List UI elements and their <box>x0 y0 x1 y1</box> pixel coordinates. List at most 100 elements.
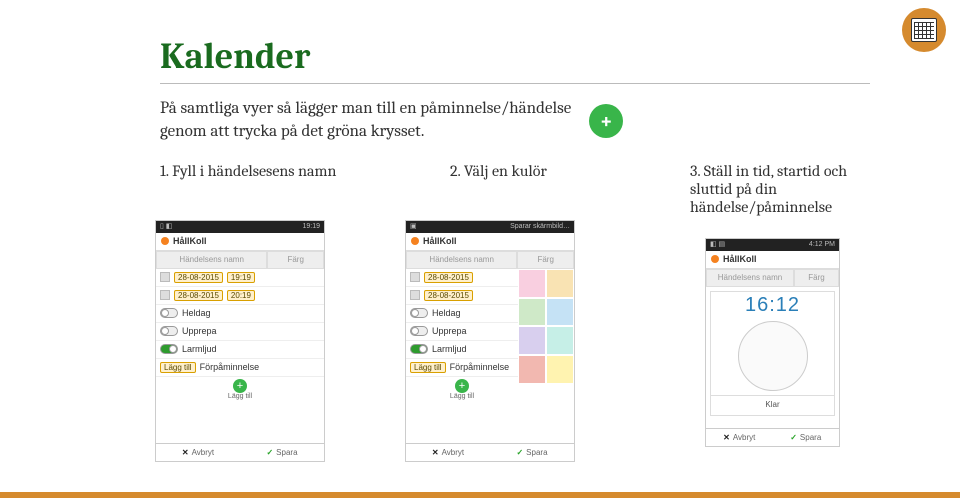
caption-3: 3. Ställ in tid, startid och sluttid på … <box>690 162 870 216</box>
bottom-bar: ✕Avbryt ✓Spara <box>406 443 574 461</box>
start-icon <box>410 272 420 282</box>
allday-toggle[interactable] <box>160 308 178 318</box>
prereminder-label: Förpåminnelse <box>200 362 260 372</box>
tab-event-name[interactable]: Händelsens namn <box>156 251 267 269</box>
end-row[interactable]: 28-08-2015 <box>406 287 518 305</box>
screenshot-time-picker: ◧ ▤ 4:12 PM HållKoll Händelsens namn Fär… <box>705 238 840 447</box>
add-chip[interactable]: Lägg till <box>410 362 446 373</box>
add-label: Lägg till <box>228 393 252 400</box>
save-button[interactable]: ✓Spara <box>490 444 574 461</box>
plus-icon[interactable]: + <box>233 379 247 393</box>
bottom-bar: ✕Avbryt ✓Spara <box>706 428 839 446</box>
start-date[interactable]: 28-08-2015 <box>174 272 223 283</box>
allday-row[interactable]: Heldag <box>406 305 518 323</box>
end-icon <box>410 290 420 300</box>
start-icon <box>160 272 170 282</box>
swatch-blue[interactable] <box>546 298 574 327</box>
screenshot-event-name: ▯ ◧ 19:19 HållKoll Händelsens namn Färg … <box>155 220 325 462</box>
app-title: HållKoll <box>423 236 457 246</box>
prereminder-row[interactable]: Lägg till Förpåminnelse <box>156 359 324 377</box>
start-row[interactable]: 28-08-2015 19:19 <box>156 269 324 287</box>
add-row[interactable]: +Lägg till <box>156 377 324 403</box>
app-title: HållKoll <box>173 236 207 246</box>
prereminder-label: Förpåminnelse <box>450 362 510 372</box>
footer-accent-stripe <box>0 492 960 498</box>
alarm-toggle[interactable] <box>410 344 428 354</box>
start-time[interactable]: 19:19 <box>227 272 255 283</box>
corner-calendar-badge <box>902 8 946 52</box>
check-icon: ✓ <box>790 433 797 442</box>
alarm-label: Larmljud <box>432 344 467 354</box>
swatch-pink[interactable] <box>518 269 546 298</box>
end-icon <box>160 290 170 300</box>
end-date[interactable]: 28-08-2015 <box>174 290 223 301</box>
add-label: Lägg till <box>450 393 474 400</box>
screenshot-color-picker: ▣ Sparar skärmbild… HållKoll Händelsens … <box>405 220 575 462</box>
cancel-button[interactable]: ✕Avbryt <box>706 429 773 446</box>
tab-color[interactable]: Färg <box>517 251 574 269</box>
end-row[interactable]: 28-08-2015 20:19 <box>156 287 324 305</box>
status-bar: ▯ ◧ 19:19 <box>156 221 324 233</box>
end-time[interactable]: 20:19 <box>227 290 255 301</box>
app-bar: HållKoll <box>156 233 324 251</box>
swatch-teal[interactable] <box>546 326 574 355</box>
status-time: 4:12 PM <box>809 239 835 251</box>
app-icon <box>411 237 419 245</box>
tab-row: Händelsens namn Färg <box>406 251 574 269</box>
tab-event-name[interactable]: Händelsens namn <box>406 251 517 269</box>
save-button[interactable]: ✓Spara <box>773 429 840 446</box>
end-date[interactable]: 28-08-2015 <box>424 290 473 301</box>
status-time: 19:19 <box>302 221 320 233</box>
add-row[interactable]: +Lägg till <box>406 377 518 403</box>
allday-toggle[interactable] <box>410 308 428 318</box>
allday-row[interactable]: Heldag <box>156 305 324 323</box>
swatch-peach[interactable] <box>546 269 574 298</box>
plus-icon[interactable]: + <box>455 379 469 393</box>
cancel-button[interactable]: ✕Avbryt <box>406 444 490 461</box>
status-icons: ▯ ◧ <box>160 221 172 233</box>
status-icons: ◧ ▤ <box>710 239 725 251</box>
done-button[interactable]: Klar <box>711 395 834 413</box>
alarm-row[interactable]: Larmljud <box>406 341 518 359</box>
repeat-row[interactable]: Upprepa <box>406 323 518 341</box>
clock-face[interactable] <box>738 321 808 391</box>
bottom-bar: ✕Avbryt ✓Spara <box>156 443 324 461</box>
check-icon: ✓ <box>266 448 273 457</box>
cancel-button[interactable]: ✕Avbryt <box>156 444 240 461</box>
swatch-green[interactable] <box>518 298 546 327</box>
tab-row: Händelsens namn Färg <box>706 269 839 287</box>
start-row[interactable]: 28-08-2015 <box>406 269 518 287</box>
status-icons: ▣ <box>410 221 417 233</box>
cancel-label: Avbryt <box>442 448 465 457</box>
repeat-toggle[interactable] <box>410 326 428 336</box>
divider <box>160 83 870 84</box>
check-icon: ✓ <box>516 448 523 457</box>
start-date[interactable]: 28-08-2015 <box>424 272 473 283</box>
add-event-button[interactable]: + <box>589 104 623 138</box>
intro-line-1: På samtliga vyer så lägger man till en p… <box>160 99 571 118</box>
color-swatches[interactable] <box>518 269 574 384</box>
swatch-salmon[interactable] <box>518 355 546 384</box>
close-icon: ✕ <box>723 433 730 442</box>
close-icon: ✕ <box>182 448 189 457</box>
alarm-row[interactable]: Larmljud <box>156 341 324 359</box>
tab-color[interactable]: Färg <box>794 269 839 287</box>
alarm-toggle[interactable] <box>160 344 178 354</box>
status-bar: ◧ ▤ 4:12 PM <box>706 239 839 251</box>
save-button[interactable]: ✓Spara <box>240 444 324 461</box>
allday-label: Heldag <box>432 308 461 318</box>
tab-color[interactable]: Färg <box>267 251 324 269</box>
cancel-label: Avbryt <box>192 448 215 457</box>
add-chip[interactable]: Lägg till <box>160 362 196 373</box>
repeat-label: Upprepa <box>432 326 467 336</box>
swatch-purple[interactable] <box>518 326 546 355</box>
prereminder-row[interactable]: Lägg till Förpåminnelse <box>406 359 518 377</box>
tab-event-name[interactable]: Händelsens namn <box>706 269 794 287</box>
swatch-yellow[interactable] <box>546 355 574 384</box>
repeat-toggle[interactable] <box>160 326 178 336</box>
time-display: 16:12 <box>711 294 834 317</box>
repeat-row[interactable]: Upprepa <box>156 323 324 341</box>
intro-line-2: genom att trycka på det gröna krysset. <box>160 122 424 141</box>
app-title: HållKoll <box>723 254 757 264</box>
tab-row: Händelsens namn Färg <box>156 251 324 269</box>
